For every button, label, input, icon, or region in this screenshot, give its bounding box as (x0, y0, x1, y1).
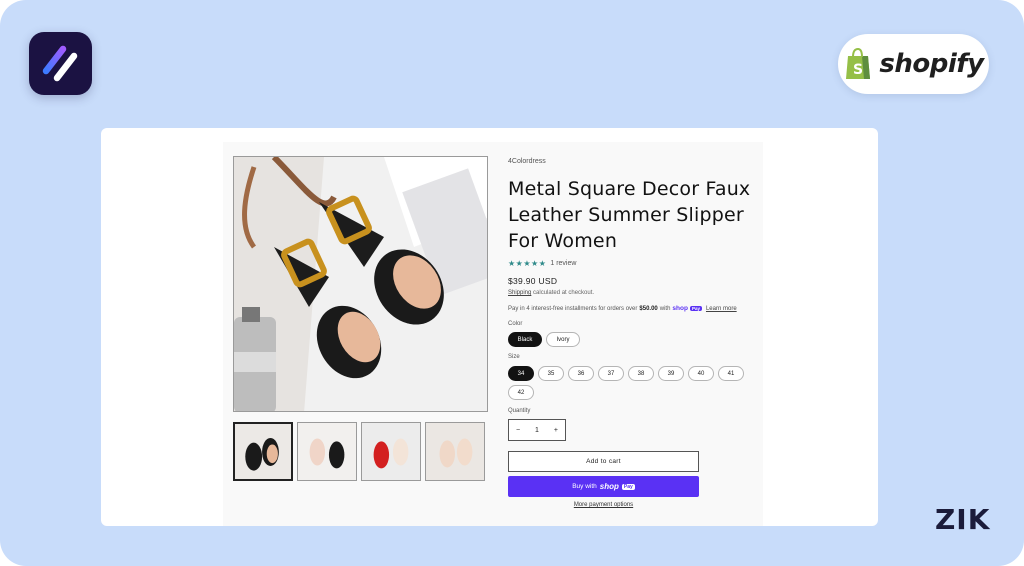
shopify-badge: S shopify (838, 34, 989, 94)
shop-pay-wordmark: shop (599, 482, 619, 491)
size-option-38[interactable]: 38 (628, 366, 654, 381)
shop-pay-logo: shop (672, 305, 688, 312)
quantity-decrease-button[interactable]: − (516, 427, 520, 434)
add-to-cart-button[interactable]: Add to cart (508, 451, 699, 472)
shopify-bag-icon: S (843, 47, 873, 81)
size-option-41[interactable]: 41 (718, 366, 744, 381)
shop-pay-badge: Pay (621, 483, 635, 490)
shipping-link[interactable]: Shipping (508, 290, 531, 296)
size-option-40[interactable]: 40 (688, 366, 714, 381)
color-option-ivory[interactable]: Ivory (546, 332, 580, 347)
thumbnail-3[interactable] (361, 422, 421, 481)
review-count: 1 review (550, 260, 577, 267)
size-option-37[interactable]: 37 (598, 366, 624, 381)
more-payment-options-link[interactable]: More payment options (508, 502, 699, 508)
color-label: Color (508, 321, 523, 327)
thumbnail-1[interactable] (233, 422, 293, 481)
main-product-image[interactable] (233, 156, 488, 412)
store-screenshot-card: 4Colordress Metal Square Decor Faux Leat… (101, 128, 878, 526)
learn-more-link[interactable]: Learn more (706, 306, 737, 312)
size-option-39[interactable]: 39 (658, 366, 684, 381)
thumbnail-4[interactable] (425, 422, 485, 481)
shipping-note: Shipping calculated at checkout. (508, 290, 594, 296)
product-rating[interactable]: ★★★★★ 1 review (508, 259, 576, 268)
shop-pay-pill: Pay (689, 306, 702, 311)
size-option-34[interactable]: 34 (508, 366, 534, 381)
zik-watermark: ZIK (935, 503, 991, 536)
quantity-increase-button[interactable]: + (554, 427, 558, 434)
shopify-wordmark: shopify (879, 49, 984, 79)
installments-note: Pay in 4 interest-free installments for … (508, 305, 737, 312)
product-title: Metal Square Decor Faux Leather Summer S… (508, 178, 751, 252)
quantity-label: Quantity (508, 408, 531, 414)
shipping-text: calculated at checkout. (531, 290, 595, 296)
size-option-42[interactable]: 42 (508, 385, 534, 400)
installments-with: with (659, 305, 671, 312)
thumbnail-2[interactable] (297, 422, 357, 481)
app-logo-icon (29, 32, 92, 95)
color-option-black[interactable]: Black (508, 332, 542, 347)
buy-with-shop-pay-button[interactable]: Buy with shop Pay (508, 476, 699, 497)
buy-with-label: Buy with (572, 483, 597, 490)
svg-text:S: S (853, 62, 863, 78)
size-option-35[interactable]: 35 (538, 366, 564, 381)
size-option-36[interactable]: 36 (568, 366, 594, 381)
product-price: $39.90 USD (508, 276, 558, 286)
installments-text: Pay in 4 interest-free installments for … (508, 305, 638, 312)
size-label: Size (508, 354, 520, 360)
quantity-input[interactable]: 1 (535, 427, 539, 434)
promo-frame: S shopify ZIK 4Colordress Metal Square D… (0, 0, 1024, 566)
quantity-stepper: − 1 + (508, 419, 566, 441)
star-rating-icon: ★★★★★ (508, 259, 547, 268)
vendor-name: 4Colordress (508, 158, 546, 165)
installments-amount: $50.00 (639, 305, 658, 312)
